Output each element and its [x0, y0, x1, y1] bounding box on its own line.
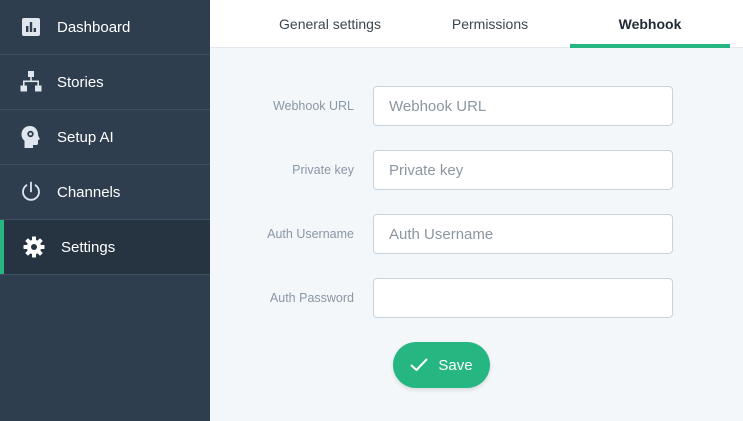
check-icon	[410, 358, 428, 372]
auth-username-row: Auth Username	[210, 214, 743, 254]
gear-icon	[22, 235, 46, 259]
tab-general-settings[interactable]: General settings	[250, 0, 410, 47]
webhook-url-input[interactable]	[373, 86, 673, 126]
private-key-input[interactable]	[373, 150, 673, 190]
tab-webhook[interactable]: Webhook	[570, 0, 730, 48]
save-button[interactable]: Save	[393, 342, 490, 388]
sidebar-item-label: Channels	[57, 183, 121, 201]
save-button-label: Save	[438, 356, 473, 374]
sidebar-item-stories[interactable]: Stories	[0, 55, 210, 110]
dashboard-chart-icon	[19, 15, 43, 39]
auth-password-input[interactable]	[373, 278, 673, 318]
settings-tabs: General settings Permissions Webhook	[210, 0, 743, 48]
sidebar-item-settings[interactable]: Settings	[0, 220, 210, 275]
active-indicator	[0, 220, 4, 274]
sidebar-item-label: Dashboard	[57, 18, 131, 36]
tab-permissions[interactable]: Permissions	[410, 0, 570, 47]
webhook-url-label: Webhook URL	[272, 99, 354, 113]
sitemap-icon	[19, 70, 43, 94]
sidebar-item-setup-ai[interactable]: Setup AI	[0, 110, 210, 165]
head-brain-icon	[19, 125, 43, 149]
auth-password-row: Auth Password	[210, 278, 743, 318]
auth-username-label: Auth Username	[267, 227, 354, 241]
sidebar: Dashboard Stories Setup AI Channels Sett…	[0, 0, 210, 421]
sidebar-item-dashboard[interactable]: Dashboard	[0, 0, 210, 55]
sidebar-item-label: Setup AI	[57, 128, 114, 146]
sidebar-item-channels[interactable]: Channels	[0, 165, 210, 220]
private-key-label: Private key	[292, 163, 354, 177]
sidebar-item-label: Stories	[57, 73, 104, 91]
app-window: Dashboard Stories Setup AI Channels Sett…	[0, 0, 743, 421]
auth-password-label: Auth Password	[269, 291, 354, 305]
sidebar-item-label: Settings	[61, 238, 116, 256]
auth-username-input[interactable]	[373, 214, 673, 254]
webhook-url-row: Webhook URL	[210, 86, 743, 126]
private-key-row: Private key	[210, 150, 743, 190]
power-icon	[19, 180, 43, 204]
